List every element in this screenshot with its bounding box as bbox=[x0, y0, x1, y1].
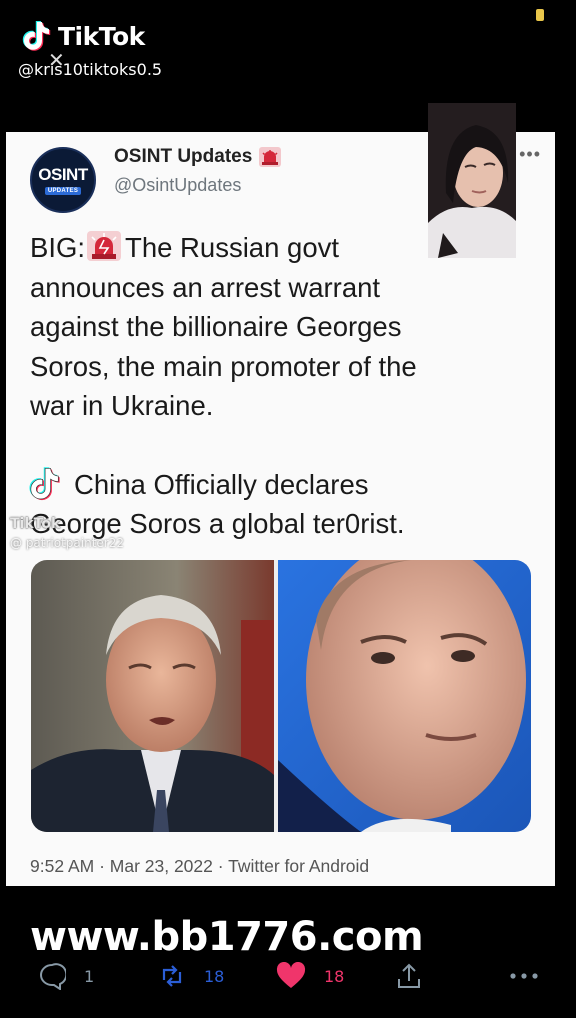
tweet-line: announces an arrest warrant bbox=[30, 271, 381, 303]
watermark-handle: @ patriotpainter22 bbox=[10, 536, 125, 550]
tiktok-logo-icon bbox=[29, 467, 60, 501]
reply-count: 1 bbox=[84, 966, 95, 986]
share-icon bbox=[398, 963, 420, 988]
like-count: 18 bbox=[324, 966, 345, 986]
tweet-photo[interactable] bbox=[31, 560, 531, 832]
author-name[interactable]: OSINT Updates bbox=[114, 146, 282, 168]
creator-camera-overlay bbox=[428, 103, 516, 258]
author-name-text: OSINT Updates bbox=[114, 146, 253, 167]
photo-collage bbox=[31, 560, 531, 832]
more-horizontal-icon[interactable] bbox=[508, 966, 540, 986]
siren-icon bbox=[259, 147, 282, 167]
overlay-website: www.bb1776.com bbox=[30, 914, 424, 960]
close-icon[interactable]: ✕ bbox=[48, 48, 65, 72]
retweet-action[interactable]: 18 bbox=[158, 962, 224, 990]
avatar-text: OSINT bbox=[38, 165, 88, 184]
tweet-line-rest: The Russian govt bbox=[125, 232, 340, 263]
retweet-icon bbox=[162, 965, 182, 987]
reply-icon bbox=[40, 963, 66, 990]
avatar[interactable]: OSINT UPDATES bbox=[30, 147, 96, 213]
tweet-line: Soros, the main promoter of the bbox=[30, 350, 417, 382]
tweet-timestamp: 9:52 AM · Mar 23, 2022 · Twitter for And… bbox=[30, 856, 370, 876]
tweet-line: war in Ukraine. bbox=[30, 390, 214, 421]
tiktok-header: TikTok @kris10tiktoks0.5 bbox=[18, 18, 162, 79]
reply-action[interactable]: 1 bbox=[38, 962, 94, 990]
like-action[interactable]: 18 bbox=[276, 962, 344, 990]
action-bar: 1 18 18 bbox=[0, 962, 576, 1002]
share-action[interactable] bbox=[396, 962, 422, 990]
tweet-line: against the billionaire Georges bbox=[30, 311, 402, 342]
tweet-line: China Officially declares bbox=[74, 468, 369, 500]
tiktok-brand: TikTok bbox=[58, 21, 145, 51]
tiktok-handle: @kris10tiktoks0.5 bbox=[18, 60, 163, 79]
retweet-count: 18 bbox=[204, 966, 225, 986]
avatar-subtext: UPDATES bbox=[44, 187, 82, 195]
heart-icon bbox=[276, 962, 306, 988]
more-icon[interactable]: ••• bbox=[519, 144, 541, 165]
watermark-label: TikTok bbox=[10, 516, 61, 532]
tweet-text: BIG: The Russian govt announces an arres… bbox=[30, 228, 540, 544]
battery-indicator bbox=[536, 9, 544, 21]
siren-icon bbox=[87, 231, 122, 261]
author-handle[interactable]: @OsintUpdates bbox=[114, 175, 241, 196]
tweet-line-prefix: BIG: bbox=[30, 232, 86, 263]
